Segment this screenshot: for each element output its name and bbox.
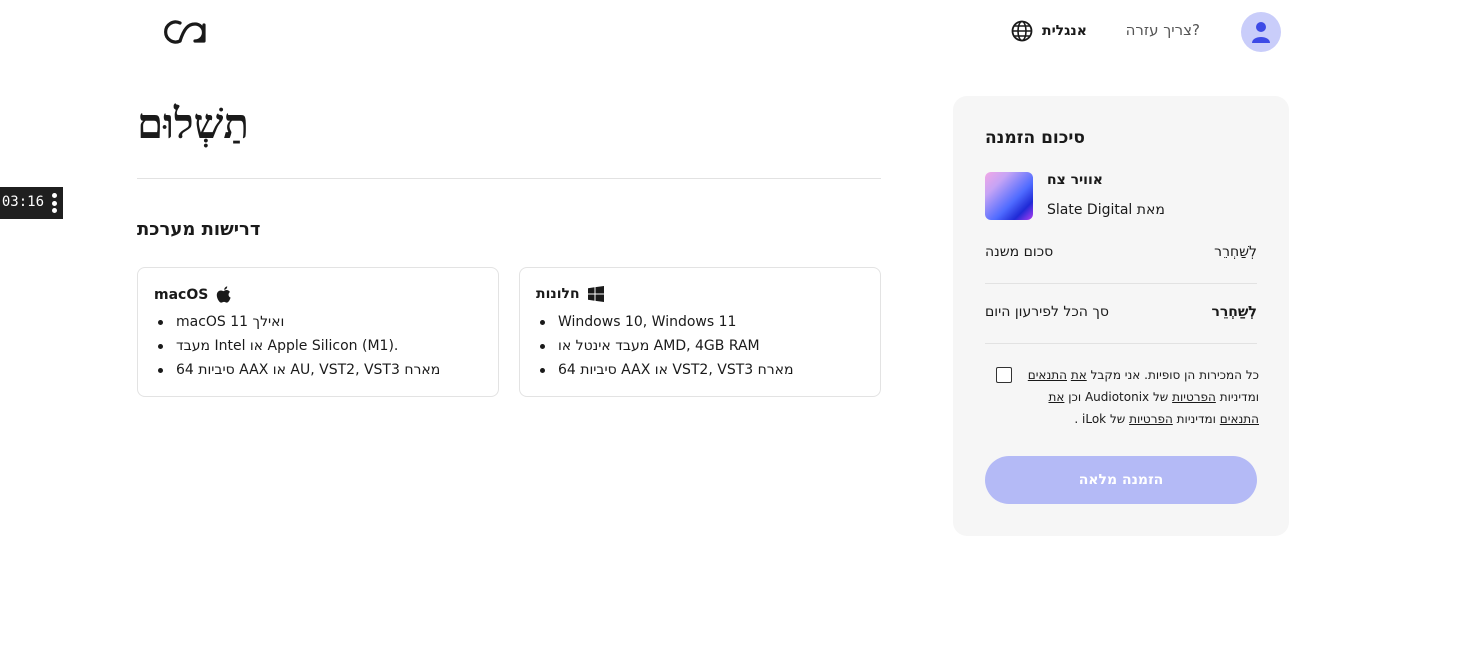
subtotal-value: לְשַׁחְרֵר — [1214, 244, 1257, 260]
requirements-header-macos: macOS — [154, 286, 232, 304]
timer-text: :03:16 — [0, 194, 44, 210]
apple-icon — [216, 286, 232, 304]
list-item: מעבד Intel או Apple Silicon (M1). — [157, 334, 440, 358]
terms-text-part: ומדיניות — [1176, 412, 1216, 426]
order-summary-panel: סיכום הזמנה אוויר צח מאת Slate Digital ס… — [953, 96, 1289, 536]
requirements-list-macos: macOS 11 ואילך מעבד Intel או Apple Silic… — [157, 310, 440, 382]
help-link[interactable]: צריך עזרה? — [1126, 21, 1200, 39]
product-name: אוויר צח — [1047, 172, 1103, 188]
timer-widget: :03:16 — [0, 187, 63, 219]
list-item: מעבד אינטל או AMD, 4GB RAM — [540, 334, 794, 358]
page-title: תַשְׁלוּם — [137, 99, 249, 148]
terms-text-part: של iLok . — [1074, 412, 1126, 426]
language-label: אנגלית — [1042, 23, 1087, 39]
total-label: סך הכל לפירעון היום — [985, 304, 1109, 320]
divider — [137, 178, 881, 179]
terms-text-part: ומדיניות — [1219, 390, 1259, 404]
list-item: סיביות 64 AAX או VST2, VST3 מארח — [540, 358, 794, 382]
globe-icon — [1011, 20, 1033, 42]
terms-text-part: וכן — [1068, 390, 1082, 404]
windows-icon — [587, 286, 604, 302]
terms-text: כל המכירות הן סופיות. אני מקבל את התנאים… — [1023, 364, 1259, 430]
privacy-link[interactable]: הפרטיות — [1172, 390, 1216, 404]
list-item: סיביות 64 AAX או AU, VST2, VST3 מארח — [157, 358, 440, 382]
requirements-card-macos: macOS macOS 11 ואילך מעבד Intel או Apple… — [137, 267, 499, 397]
divider — [985, 283, 1257, 284]
product-vendor: מאת Slate Digital — [1047, 202, 1165, 218]
subtotal-label: סכום משנה — [985, 244, 1054, 260]
total-row: סך הכל לפירעון היום לְשַׁחְרֵר — [985, 304, 1257, 320]
terms-link[interactable]: התנאים — [1028, 368, 1067, 382]
subtotal-row: סכום משנה לְשַׁחְרֵר — [985, 244, 1257, 260]
requirements-card-windows: חלונות Windows 10, Windows 11 מעבד אינטל… — [519, 267, 881, 397]
system-requirements-title: דרישות מערכת — [137, 219, 261, 240]
requirements-header-windows: חלונות — [536, 286, 604, 302]
avatar[interactable] — [1241, 12, 1281, 52]
order-summary-title: סיכום הזמנה — [985, 128, 1085, 148]
list-item: Windows 10, Windows 11 — [540, 310, 794, 334]
terms-text-part: של Audiotonix — [1084, 390, 1169, 404]
list-item: macOS 11 ואילך — [157, 310, 440, 334]
user-icon — [1252, 22, 1270, 43]
requirements-list-windows: Windows 10, Windows 11 מעבד אינטל או AMD… — [540, 310, 794, 382]
total-value: לְשַׁחְרֵר — [1211, 304, 1257, 320]
logo-icon[interactable] — [160, 17, 208, 47]
product-thumbnail — [985, 172, 1033, 220]
os-name-macos: macOS — [154, 287, 209, 303]
more-vertical-icon[interactable] — [50, 191, 58, 215]
ilok-privacy-link[interactable]: הפרטיות — [1129, 412, 1173, 426]
language-switcher[interactable]: אנגלית — [1011, 20, 1087, 42]
terms-checkbox[interactable] — [996, 367, 1012, 383]
divider — [985, 343, 1257, 344]
terms-text-part: כל המכירות הן סופיות. אני מקבל — [1090, 368, 1259, 382]
terms-link[interactable]: את — [1071, 368, 1087, 382]
complete-order-button[interactable]: הזמנה מלאה — [985, 456, 1257, 504]
os-name-windows: חלונות — [536, 286, 580, 302]
